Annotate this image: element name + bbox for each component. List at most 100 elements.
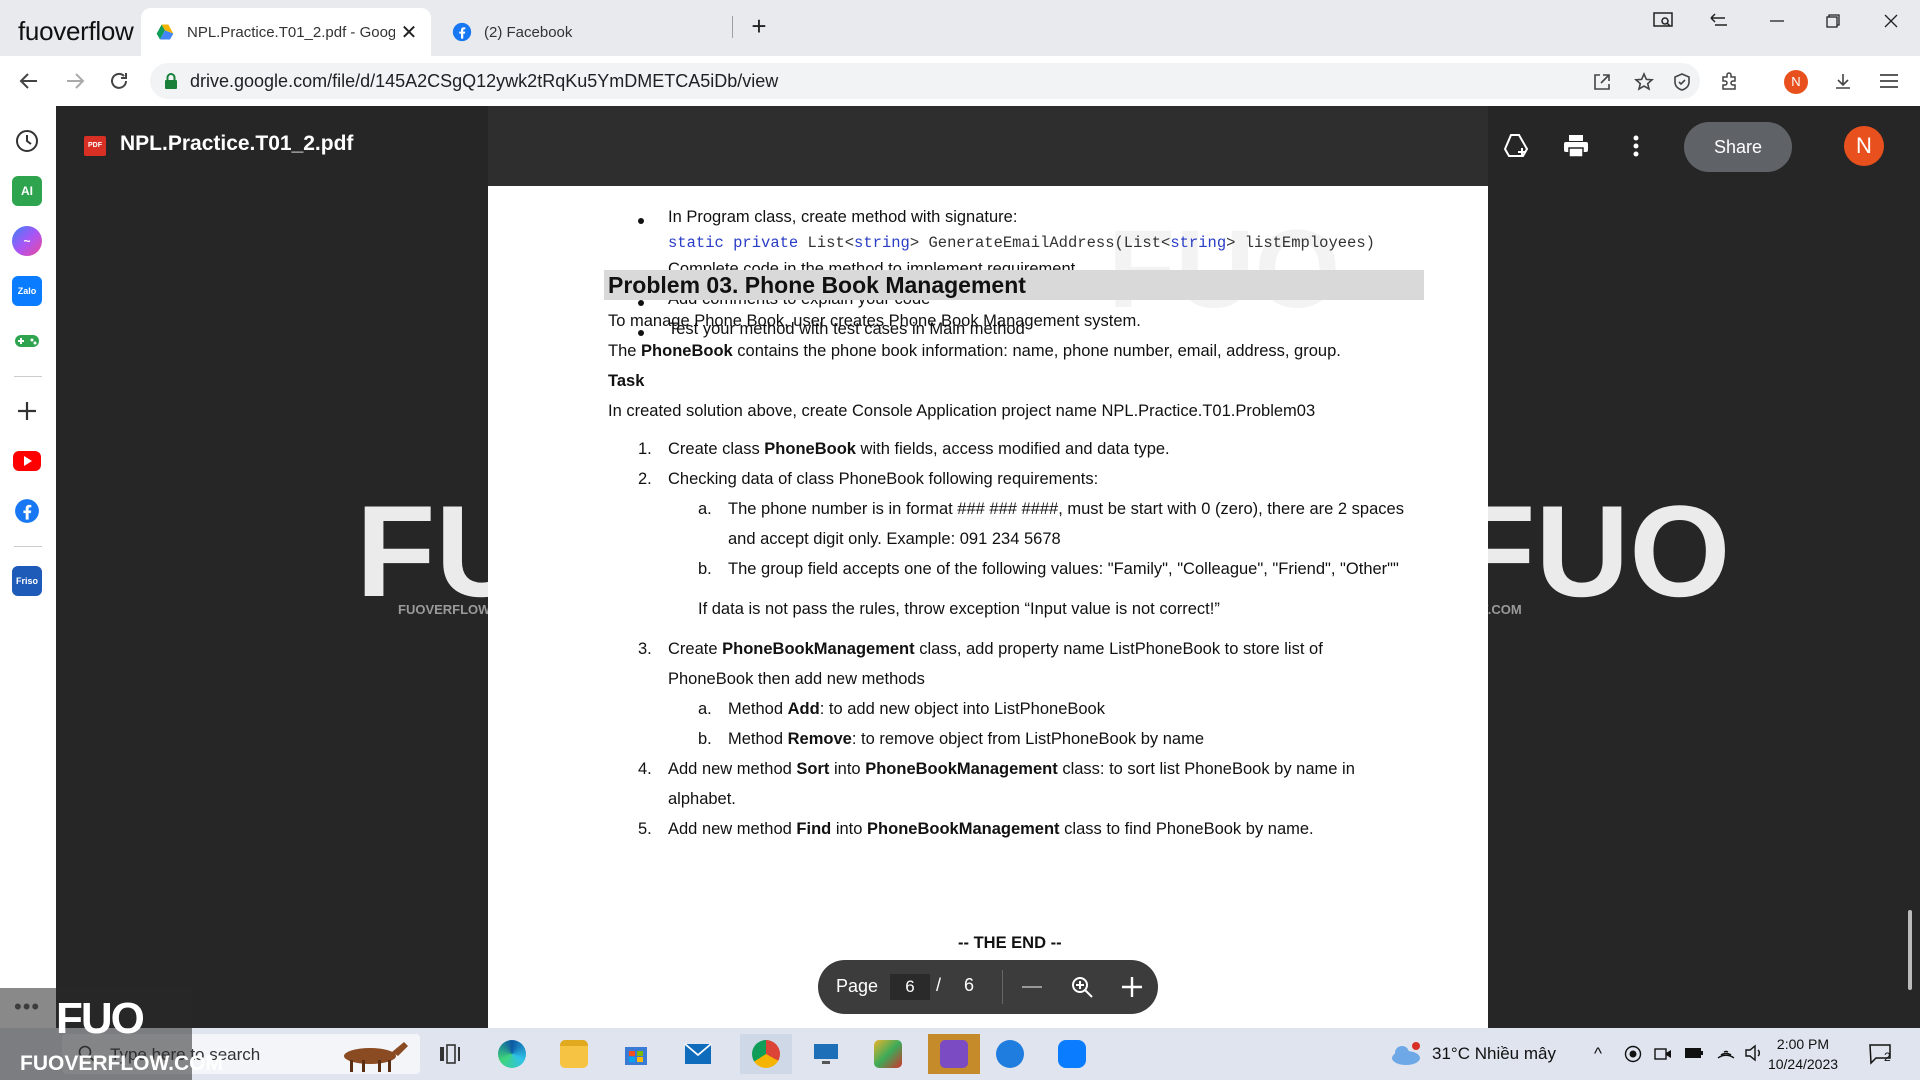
list-item: Create PhoneBookManagement class, add pr… <box>668 640 1323 659</box>
text-span: Create <box>668 640 723 658</box>
game-controller-icon[interactable] <box>12 326 42 356</box>
page-total: 6 <box>964 975 975 995</box>
sub-list-item: The phone number is in format ### ### ##… <box>728 500 1404 518</box>
zoom-out-icon[interactable] <box>1018 973 1046 1001</box>
bold-span: PhoneBook <box>764 440 856 458</box>
add-app-icon[interactable] <box>12 396 42 426</box>
extensions-puzzle-icon[interactable] <box>1712 64 1746 98</box>
download-icon[interactable] <box>1826 64 1860 98</box>
record-icon[interactable] <box>1624 1045 1642 1063</box>
sidebar-divider <box>14 546 42 547</box>
task-view-icon[interactable] <box>430 1034 470 1074</box>
microsoft-store-icon[interactable] <box>616 1034 656 1074</box>
page-separator: / <box>936 975 942 995</box>
clock-time: 2:00 PM <box>1776 1036 1830 1052</box>
facebook-icon <box>452 22 472 42</box>
edge-icon[interactable] <box>492 1034 532 1074</box>
more-options-icon[interactable] <box>1620 130 1652 162</box>
share-page-icon[interactable] <box>1590 70 1614 94</box>
remote-desktop-icon[interactable] <box>806 1034 846 1074</box>
chrome-taskbar-icon[interactable] <box>740 1034 792 1074</box>
text-span: class: to sort list PhoneBook by name in <box>1057 760 1355 778</box>
tab-title: NPL.Practice.T01_2.pdf - Google <box>187 23 395 41</box>
restore-icon[interactable] <box>1810 4 1856 38</box>
minimize-icon[interactable] <box>1754 4 1800 38</box>
page-label: Page <box>836 976 879 996</box>
bold-span: PhoneBookManagement <box>867 820 1060 838</box>
zoom-in-icon[interactable] <box>1118 973 1146 1001</box>
zoom-icon[interactable] <box>1068 973 1096 1001</box>
list-item: Create class PhoneBook with fields, acce… <box>668 440 1170 459</box>
forward-arrow-icon[interactable] <box>58 64 92 98</box>
weather-text[interactable]: 31°C Nhiều mây <box>1432 1044 1556 1064</box>
wifi-icon[interactable] <box>1716 1044 1736 1062</box>
bold-span: Add <box>787 700 820 718</box>
close-tab-icon[interactable]: ✕ <box>395 20 423 45</box>
profile-avatar[interactable]: N <box>1784 70 1808 94</box>
share-button[interactable]: Share <box>1684 122 1792 172</box>
scrollbar-thumb[interactable] <box>1908 910 1912 990</box>
tab-title: (2) Facebook <box>484 23 573 41</box>
tab-bar: fuoverflow NPL.Practice.T01_2.pdf - Goog… <box>0 0 1920 56</box>
list-number: 4. <box>638 760 652 778</box>
tab-pdf[interactable]: NPL.Practice.T01_2.pdf - Google ✕ <box>141 8 431 56</box>
list-number: 3. <box>638 640 652 658</box>
text-span: with fields, access modified and data ty… <box>855 440 1170 458</box>
screenshot-search-icon[interactable] <box>1640 4 1686 38</box>
bold-span: Remove <box>787 730 852 748</box>
zalo-taskbar-icon[interactable] <box>1052 1034 1092 1074</box>
paint-app-icon[interactable] <box>868 1034 908 1074</box>
list-item: Checking data of class PhoneBook followi… <box>668 470 1099 488</box>
text-span: Method <box>728 700 788 718</box>
back-history-icon[interactable] <box>1696 4 1742 38</box>
reload-icon[interactable] <box>102 64 136 98</box>
notification-count: 2 <box>1884 1050 1891 1064</box>
bookmark-star-icon[interactable] <box>1632 70 1656 94</box>
ai-assistant-icon[interactable]: AI <box>12 176 42 206</box>
document-title: NPL.Practice.T01_2.pdf <box>120 132 354 155</box>
list-item-continued: PhoneBook then add new methods <box>668 670 925 688</box>
tab-facebook[interactable]: (2) Facebook <box>438 8 728 56</box>
bullet-text: In Program class, create method with sig… <box>668 208 1018 226</box>
list-item: Add new method Find into PhoneBookManage… <box>668 820 1314 839</box>
history-icon[interactable] <box>12 126 42 156</box>
file-explorer-icon[interactable] <box>554 1034 594 1074</box>
page-number-input[interactable]: 6 <box>890 974 930 1000</box>
the-end: -- THE END -- <box>958 934 1062 952</box>
text-span: The <box>608 342 642 360</box>
messenger-icon[interactable]: ~ <box>12 226 42 256</box>
new-tab-button[interactable]: + <box>744 12 774 42</box>
add-to-drive-icon[interactable] <box>1500 130 1532 162</box>
text-span: Method <box>728 730 788 748</box>
system-clock[interactable]: 2:00 PM 10/24/2023 <box>1758 1034 1848 1074</box>
visual-studio-icon[interactable] <box>928 1034 980 1074</box>
app-store-icon[interactable] <box>990 1034 1030 1074</box>
mail-icon[interactable] <box>678 1034 718 1074</box>
windows-taskbar: Type here to search 31°C Nhiều mây ^ 2:0… <box>0 1028 1920 1080</box>
print-icon[interactable] <box>1560 130 1592 162</box>
sub-list-item: and accept digit only. Example: 091 234 … <box>728 530 1061 548</box>
menu-icon[interactable] <box>1872 64 1906 98</box>
intro-text: To manage Phone Book, user creates Phone… <box>608 312 1141 330</box>
site-security-icon[interactable] <box>162 72 180 90</box>
show-hidden-icons-icon[interactable]: ^ <box>1594 1044 1602 1064</box>
account-avatar[interactable]: N <box>1844 126 1884 166</box>
facebook-sidebar-icon[interactable] <box>12 496 42 526</box>
text-span: contains the phone book information: nam… <box>732 342 1341 360</box>
meet-now-icon[interactable] <box>1654 1045 1672 1063</box>
sub-list-letter: b. <box>698 560 712 578</box>
code-signature: static private List<string> GenerateEmai… <box>668 234 1375 252</box>
back-arrow-icon[interactable] <box>12 64 46 98</box>
url-text: drive.google.com/file/d/145A2CSgQ12ywk2t… <box>190 71 779 91</box>
battery-icon[interactable] <box>1684 1047 1704 1059</box>
pdf-page: FUO In Program class, create method with… <box>488 106 1488 1028</box>
sub-list-letter: a. <box>698 500 712 518</box>
zalo-icon[interactable]: Zalo <box>12 276 42 306</box>
list-number: 2. <box>638 470 652 488</box>
horse-illustration-icon <box>344 1042 408 1072</box>
youtube-icon[interactable] <box>12 446 42 476</box>
shield-extension-icon[interactable] <box>1670 70 1694 94</box>
close-window-icon[interactable] <box>1868 4 1914 38</box>
friso-icon[interactable]: Friso <box>12 566 42 596</box>
address-bar[interactable]: drive.google.com/file/d/145A2CSgQ12ywk2t… <box>150 63 1700 99</box>
